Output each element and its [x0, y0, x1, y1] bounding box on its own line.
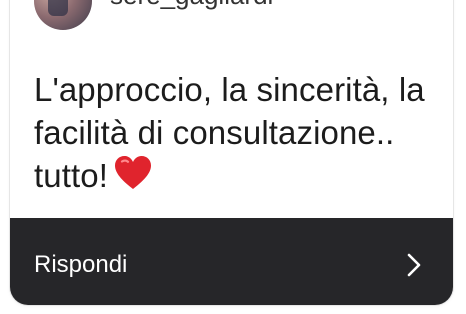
chevron-right-icon	[405, 251, 423, 279]
heart-icon	[114, 155, 152, 191]
message-text: L'approccio, la sincerità, la facilità d…	[34, 68, 434, 197]
reply-label: Rispondi	[34, 251, 128, 278]
message-body: L'approccio, la sincerità, la facilità d…	[34, 71, 425, 194]
message-card: sere_gagliardi L'approccio, la sincerità…	[10, 0, 453, 305]
avatar-figure	[48, 0, 68, 16]
avatar[interactable]	[34, 0, 92, 30]
reply-button[interactable]: Rispondi	[10, 218, 453, 305]
username[interactable]: sere_gagliardi	[110, 0, 273, 10]
